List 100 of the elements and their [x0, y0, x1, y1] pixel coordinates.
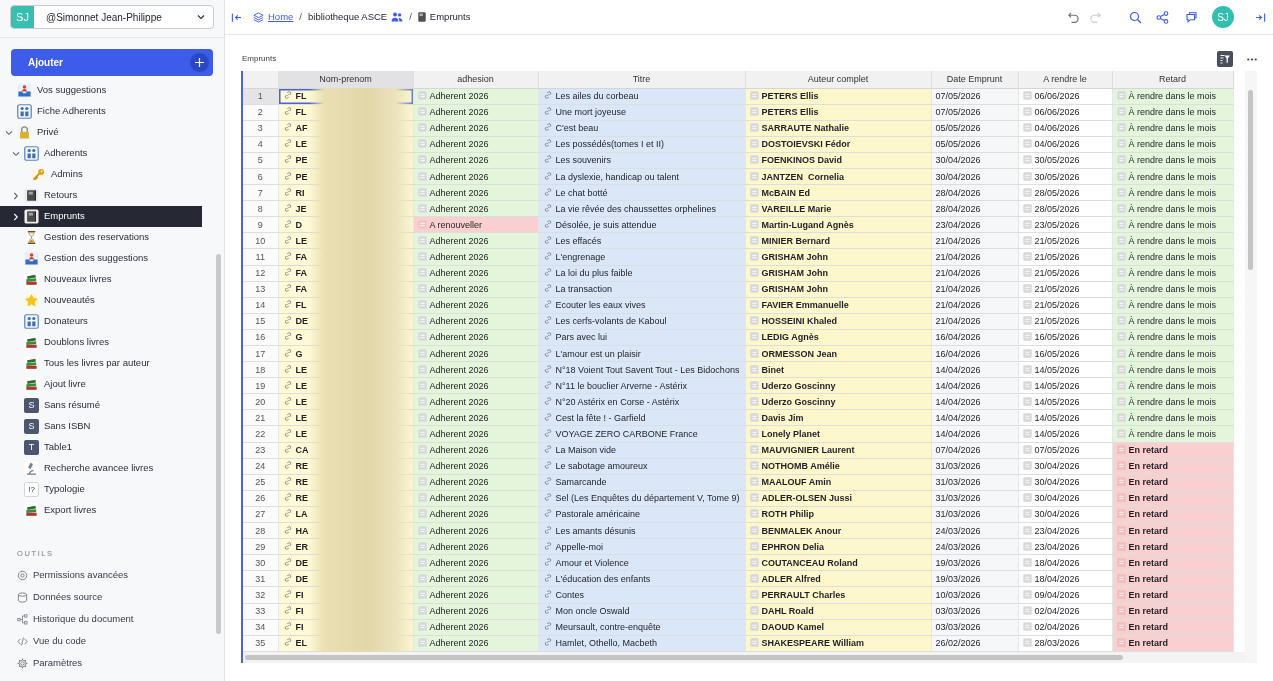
sidebar-item[interactable]: Gestion des reservations [0, 227, 202, 248]
sidebar-item[interactable]: S Sans résumé [0, 395, 202, 416]
list-icon [749, 364, 759, 374]
cell-text: À rendre dans le mois [1128, 429, 1217, 439]
sidebar-item[interactable]: Nouveautés [0, 290, 202, 311]
breadcrumb-link[interactable]: bibliotheque ASCE [308, 9, 388, 25]
list-icon [749, 380, 759, 390]
sidebar-item[interactable]: Ajout livre [0, 374, 202, 395]
sidebar-item[interactable]: S Sans ISBN [0, 416, 202, 437]
list-icon [749, 557, 759, 567]
sidebar-item[interactable]: T Table1 [0, 437, 202, 458]
link-icon [282, 508, 293, 519]
column-header[interactable]: Date Emprunt [931, 71, 1018, 88]
cell-text: À rendre dans le mois [1128, 155, 1217, 166]
column-header[interactable]: Titre [538, 71, 745, 88]
column-header[interactable]: Retard [1112, 71, 1233, 88]
link-icon [282, 251, 293, 261]
cell-text: En retard [1128, 493, 1168, 504]
sidebar-item[interactable]: Gestion des suggestions [0, 248, 202, 269]
panel-collapse-icon[interactable] [1255, 11, 1266, 23]
sidebar-item[interactable]: Export livres [0, 500, 202, 521]
more-icon[interactable] [1247, 57, 1257, 61]
sidebar-item[interactable]: Donateurs [0, 311, 202, 332]
search-icon[interactable] [1129, 10, 1142, 24]
tool-link[interactable]: Historique du document [0, 608, 215, 630]
link-icon [542, 347, 553, 358]
list-icon [417, 235, 427, 245]
sidebar-collapse-icon[interactable] [231, 11, 242, 23]
cell-text: 28/03/2026 [1034, 638, 1080, 649]
link-icon [542, 621, 553, 632]
list-icon [1116, 300, 1126, 310]
list-icon [749, 235, 759, 245]
cell-text: FA [295, 284, 307, 295]
list-icon [417, 155, 427, 165]
tool-link[interactable]: Paramètres [0, 652, 215, 674]
list-icon [749, 348, 759, 358]
column-header[interactable]: adhesion [413, 71, 538, 88]
cell-text: Adherent 2026 [429, 589, 489, 600]
link-icon [282, 283, 293, 294]
list-icon [1116, 509, 1126, 519]
link-icon [542, 186, 553, 197]
list-icon [417, 187, 427, 197]
section-title: Emprunts [242, 53, 277, 65]
list-icon [1116, 252, 1126, 261]
chevron-down-icon[interactable] [5, 129, 13, 136]
scrollbar-thumb[interactable] [1248, 90, 1253, 270]
sort-filter-icon[interactable] [1217, 51, 1233, 67]
scrollbar-thumb[interactable] [216, 254, 221, 634]
cell-text: CA [295, 445, 309, 456]
account-dropdown[interactable]: SJ @Simonnet Jean-Philippe [10, 5, 214, 29]
tool-link[interactable]: Permissions avancées [0, 564, 215, 586]
list-icon [1116, 638, 1126, 648]
sidebar-item[interactable]: Privé [0, 122, 202, 143]
sidebar-item[interactable]: !? Typologie [0, 479, 202, 500]
column-header[interactable]: A rendre le [1018, 71, 1112, 88]
tool-link[interactable]: Vue du code [0, 630, 215, 652]
cell-text: GRISHAM John [761, 268, 828, 279]
sidebar-item[interactable]: Retours [0, 185, 202, 206]
list-icon [1022, 348, 1032, 358]
cell-text: 07/05/2026 [1034, 445, 1080, 456]
sidebar-item[interactable]: Emprunts [0, 206, 202, 227]
cell-text: Les amants désunis [555, 525, 636, 536]
link-icon [282, 267, 293, 278]
chat-icon[interactable] [1185, 10, 1198, 24]
sidebar-item[interactable]: Recherche avancee livres [0, 458, 202, 479]
list-icon [1022, 461, 1032, 471]
scrollbar-thumb[interactable] [245, 655, 1123, 660]
sidebar-item[interactable]: Admins [0, 164, 202, 185]
cell-text: Adherent 2026 [429, 91, 489, 102]
undo-icon[interactable] [1067, 10, 1080, 24]
link-icon [282, 218, 293, 229]
books-icon [24, 356, 39, 371]
column-header[interactable]: Auteur complet [745, 71, 931, 88]
column-header[interactable]: Nom-prenom [278, 71, 413, 88]
sidebar-item[interactable]: Fiche Adherents [0, 101, 202, 122]
list-icon [1022, 364, 1032, 374]
breadcrumb-link[interactable]: Home [268, 9, 294, 25]
link-icon [282, 444, 293, 455]
add-button[interactable]: Ajouter [11, 49, 213, 76]
share-icon[interactable] [1156, 10, 1169, 24]
cell-text: Contes [555, 589, 585, 600]
sidebar-item[interactable]: Adherents [0, 143, 202, 164]
sidebar-item[interactable]: Vos suggestions [0, 80, 202, 101]
sidebar-item[interactable]: Nouveaux livres [0, 269, 202, 290]
chevron-down-icon[interactable] [12, 150, 20, 157]
cell-text: Les souvenirs [555, 155, 612, 166]
cell-text: ROTH Philip [761, 509, 814, 520]
tool-link[interactable]: Données source [0, 586, 215, 608]
list-icon [1022, 187, 1032, 197]
sidebar-item[interactable]: Tous les livres par auteur [0, 353, 202, 374]
cell-text: À rendre dans le mois [1128, 171, 1217, 182]
cell-text: Binet [761, 364, 784, 375]
cell-text: 18/04/2026 [1034, 557, 1080, 568]
cell-text: MINIER Bernard [761, 235, 830, 246]
sidebar-item[interactable]: Doublons livres [0, 332, 202, 353]
list-icon [417, 300, 427, 310]
star-icon [24, 293, 39, 308]
list-icon [1022, 284, 1032, 294]
list-icon [417, 396, 427, 406]
list-icon [417, 525, 427, 535]
